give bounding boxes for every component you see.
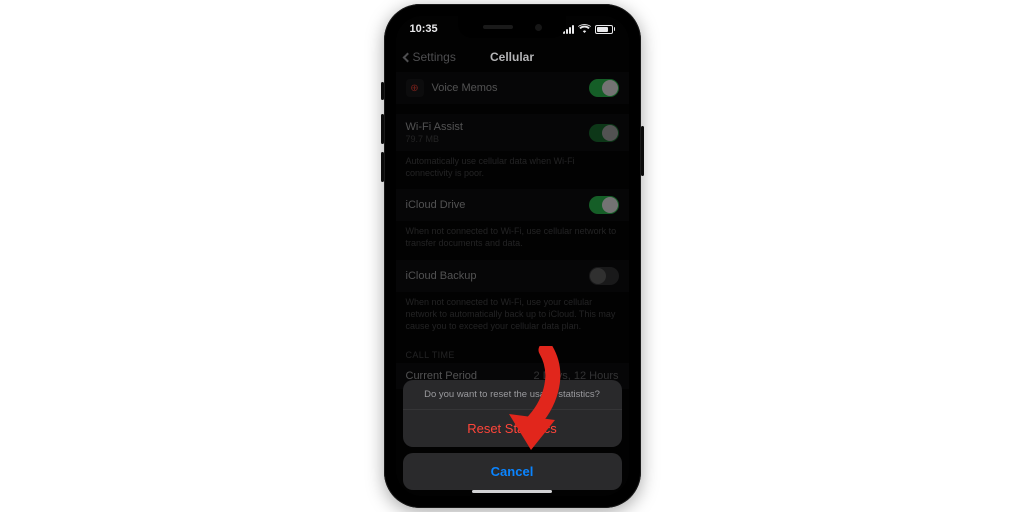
row-sublabel: 79.7 MB <box>406 134 463 144</box>
action-sheet-message: Do you want to reset the usage statistic… <box>403 380 622 410</box>
reset-statistics-button[interactable]: Reset Statistics <box>403 410 622 447</box>
iphone-frame: 10:35 Settings Cellular <box>384 4 641 508</box>
action-sheet: Do you want to reset the usage statistic… <box>403 380 622 490</box>
toggle-voice-memos[interactable] <box>589 79 619 97</box>
cancel-button[interactable]: Cancel <box>403 453 622 490</box>
earpiece <box>483 25 513 29</box>
row-label: Voice Memos <box>432 82 498 94</box>
toggle-icloud-drive[interactable] <box>589 196 619 214</box>
row-voice-memos[interactable]: ⊕ Voice Memos <box>396 72 629 104</box>
row-icloud-drive[interactable]: iCloud Drive <box>396 189 629 221</box>
page-title: Cellular <box>490 50 534 64</box>
action-sheet-group: Do you want to reset the usage statistic… <box>403 380 622 447</box>
notch <box>458 16 566 38</box>
back-label: Settings <box>413 50 456 64</box>
nav-bar: Settings Cellular <box>396 42 629 72</box>
row-wifi-assist[interactable]: Wi-Fi Assist 79.7 MB <box>396 114 629 151</box>
footer-icloud-backup: When not connected to Wi-Fi, use your ce… <box>396 292 629 342</box>
mute-switch[interactable] <box>381 82 384 100</box>
front-camera <box>535 24 542 31</box>
volume-down-button[interactable] <box>381 152 384 182</box>
home-indicator[interactable] <box>472 490 552 493</box>
volume-up-button[interactable] <box>381 114 384 144</box>
battery-icon <box>595 25 615 34</box>
wifi-icon <box>578 24 591 34</box>
screen: 10:35 Settings Cellular <box>396 16 629 496</box>
row-label: iCloud Backup <box>406 270 477 282</box>
power-button[interactable] <box>641 126 644 176</box>
row-icloud-backup[interactable]: iCloud Backup <box>396 260 629 292</box>
toggle-wifi-assist[interactable] <box>589 124 619 142</box>
back-button[interactable]: Settings <box>404 50 456 64</box>
footer-wifi-assist: Automatically use cellular data when Wi-… <box>396 151 629 189</box>
row-label: Wi-Fi Assist <box>406 121 463 133</box>
voice-memos-icon: ⊕ <box>406 79 424 97</box>
row-label: iCloud Drive <box>406 199 466 211</box>
section-header-call-time: CALL TIME <box>396 342 629 363</box>
footer-icloud-drive: When not connected to Wi-Fi, use cellula… <box>396 221 629 259</box>
clock: 10:35 <box>410 23 438 35</box>
chevron-left-icon <box>402 52 412 62</box>
toggle-icloud-backup[interactable] <box>589 267 619 285</box>
